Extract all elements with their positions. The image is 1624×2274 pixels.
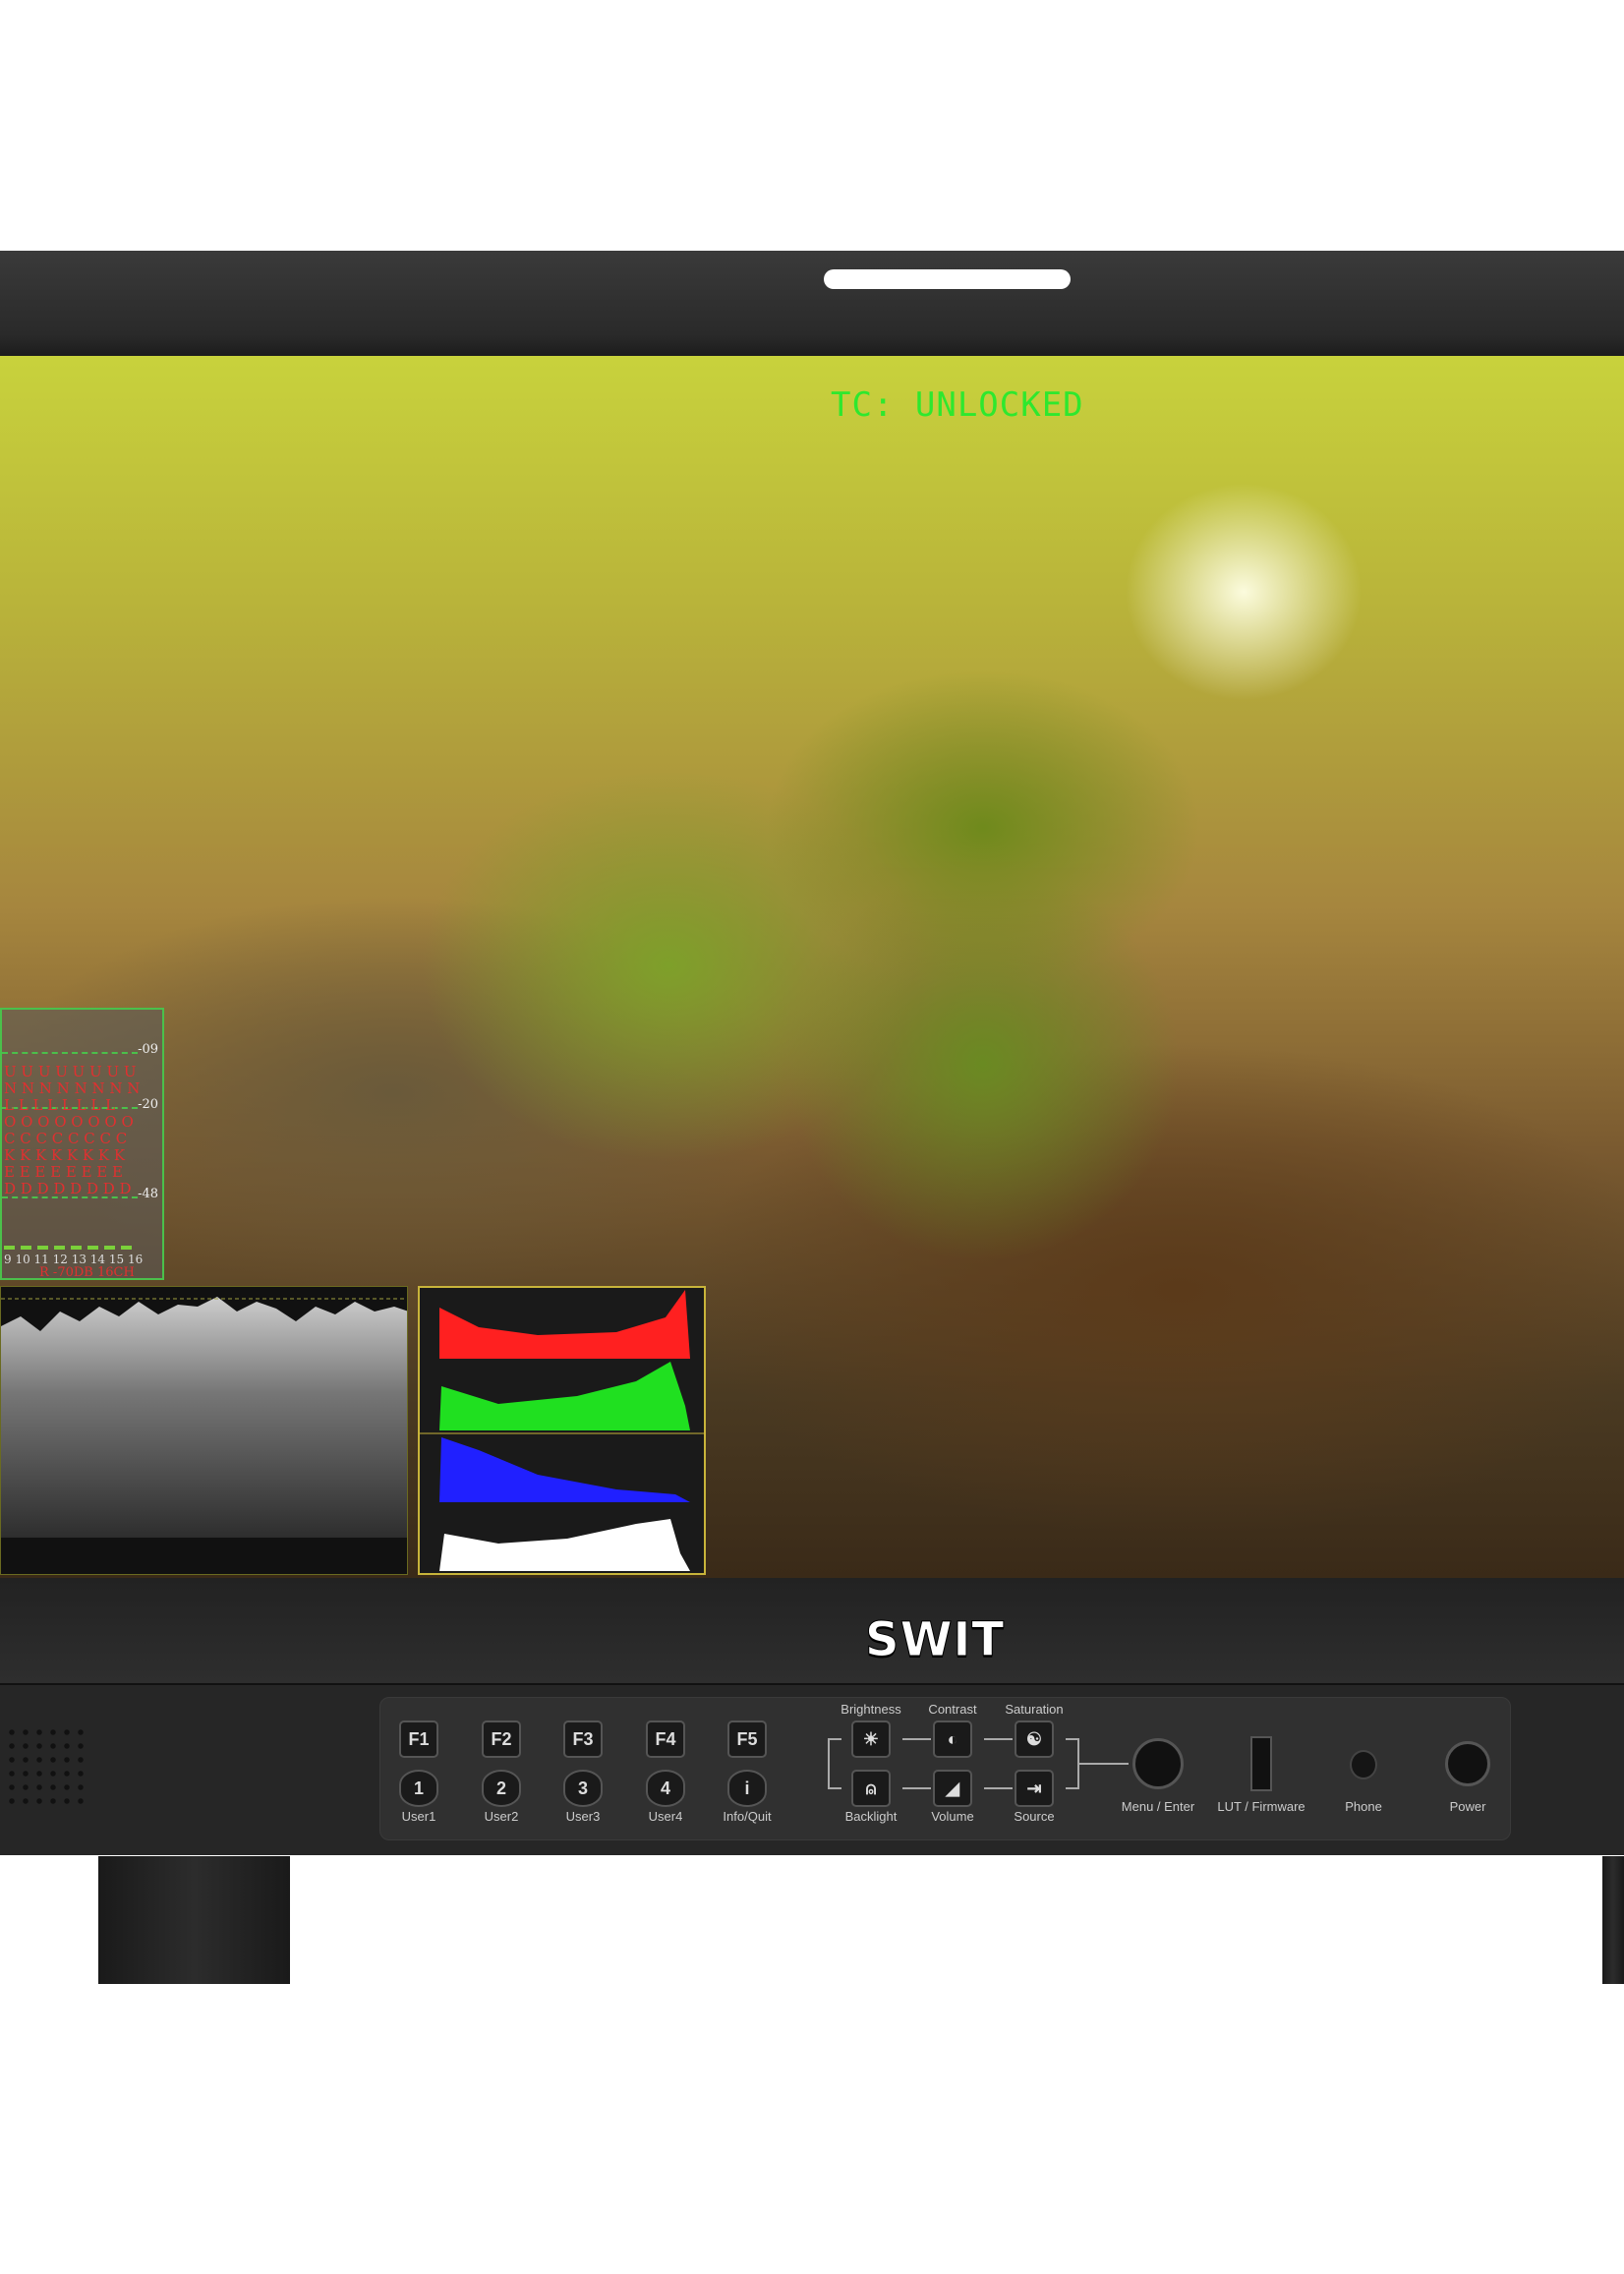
control-label: Menu / Enter bbox=[1121, 1799, 1195, 1814]
bracket-line bbox=[828, 1738, 830, 1789]
function-button-f5[interactable]: F5 bbox=[727, 1720, 767, 1758]
headphone-jack[interactable] bbox=[1350, 1750, 1377, 1779]
speaker-grille bbox=[5, 1725, 84, 1804]
function-button-f3[interactable]: F3 bbox=[563, 1720, 603, 1758]
user-button-label: User4 bbox=[648, 1809, 683, 1824]
histogram-channels bbox=[420, 1290, 704, 1571]
usb-port[interactable] bbox=[1250, 1736, 1272, 1791]
brand-logo: SWIT bbox=[864, 1612, 1006, 1668]
bracket-line bbox=[1066, 1738, 1079, 1740]
bracket-line bbox=[1077, 1763, 1129, 1765]
bracket-line bbox=[1066, 1787, 1079, 1789]
audio-meter: -09 -20 -48 U U U U U U U U N N N N N N … bbox=[0, 1008, 164, 1280]
bottom-bezel bbox=[0, 1578, 1624, 1683]
user-button-1[interactable]: 1 bbox=[399, 1770, 438, 1807]
rgb-histogram bbox=[418, 1286, 706, 1575]
waveform-scope bbox=[0, 1286, 408, 1575]
bracket-line bbox=[828, 1738, 841, 1740]
stand-right bbox=[1602, 1856, 1624, 1984]
bracket-line bbox=[828, 1787, 841, 1789]
volume-button[interactable]: ◢ bbox=[933, 1770, 972, 1807]
brightness-button[interactable]: ☀ bbox=[851, 1720, 891, 1758]
meter-scale-label: -20 bbox=[138, 1097, 158, 1112]
user-button-2[interactable]: 2 bbox=[482, 1770, 521, 1807]
user-button-3[interactable]: 3 bbox=[563, 1770, 603, 1807]
saturation-button[interactable]: ☯ bbox=[1015, 1720, 1054, 1758]
connector-line bbox=[984, 1738, 1013, 1740]
connector-line bbox=[902, 1738, 931, 1740]
user-button-label: Info/Quit bbox=[723, 1809, 772, 1824]
meter-gridline bbox=[2, 1052, 138, 1054]
monitor-screen: TC: UNLOCKED -09 -20 -48 U U U U U U U U… bbox=[0, 356, 1624, 1578]
control-label: Saturation bbox=[1005, 1702, 1064, 1717]
user-button-5[interactable]: i bbox=[727, 1770, 767, 1807]
meter-scale-label: -48 bbox=[138, 1187, 158, 1201]
connector-line bbox=[902, 1787, 931, 1789]
control-label: Brightness bbox=[841, 1702, 901, 1717]
channel-unlocked-text: U U U U U U U U N N N N N N N N L L L L … bbox=[4, 1063, 141, 1197]
source-icon: ⇥ bbox=[1026, 1778, 1042, 1798]
carry-handle bbox=[824, 269, 1071, 289]
channel-level-bars bbox=[4, 1246, 132, 1250]
user-button-label: User2 bbox=[484, 1809, 519, 1824]
meter-footer: R -70DB 16CH bbox=[39, 1265, 135, 1280]
saturation-icon: ☯ bbox=[1025, 1728, 1043, 1749]
backlight-button[interactable]: ⍝ bbox=[851, 1770, 891, 1807]
waveform-trace bbox=[1, 1297, 407, 1538]
timecode-status: TC: UNLOCKED bbox=[831, 385, 1084, 425]
control-label: Power bbox=[1449, 1799, 1486, 1814]
user-button-4[interactable]: 4 bbox=[646, 1770, 685, 1807]
channel-numbers: 9 10 11 12 13 14 15 16 bbox=[4, 1253, 144, 1266]
brightness-icon: ☀ bbox=[862, 1728, 880, 1749]
control-label: Contrast bbox=[928, 1702, 977, 1717]
contrast-icon: ◐ bbox=[947, 1728, 958, 1749]
user-button-label: User3 bbox=[565, 1809, 601, 1824]
source-button[interactable]: ⇥ bbox=[1015, 1770, 1054, 1807]
function-button-f4[interactable]: F4 bbox=[646, 1720, 685, 1758]
control-label: Backlight bbox=[844, 1809, 898, 1824]
power-button[interactable] bbox=[1445, 1741, 1490, 1786]
menu-enter-knob[interactable] bbox=[1132, 1738, 1184, 1789]
function-button-f1[interactable]: F1 bbox=[399, 1720, 438, 1758]
control-label: Phone bbox=[1345, 1799, 1382, 1814]
volume-icon: ◢ bbox=[946, 1778, 959, 1798]
control-label: LUT / Firmware bbox=[1217, 1799, 1305, 1814]
contrast-button[interactable]: ◐ bbox=[933, 1720, 972, 1758]
stand-left bbox=[98, 1856, 290, 1984]
top-bezel bbox=[0, 251, 1624, 356]
connector-line bbox=[984, 1787, 1013, 1789]
control-label: Volume bbox=[931, 1809, 974, 1824]
meter-scale-label: -09 bbox=[138, 1042, 158, 1057]
function-button-f2[interactable]: F2 bbox=[482, 1720, 521, 1758]
control-label: Source bbox=[1014, 1809, 1055, 1824]
user-button-label: User1 bbox=[401, 1809, 436, 1824]
backlight-icon: ⍝ bbox=[865, 1778, 877, 1798]
